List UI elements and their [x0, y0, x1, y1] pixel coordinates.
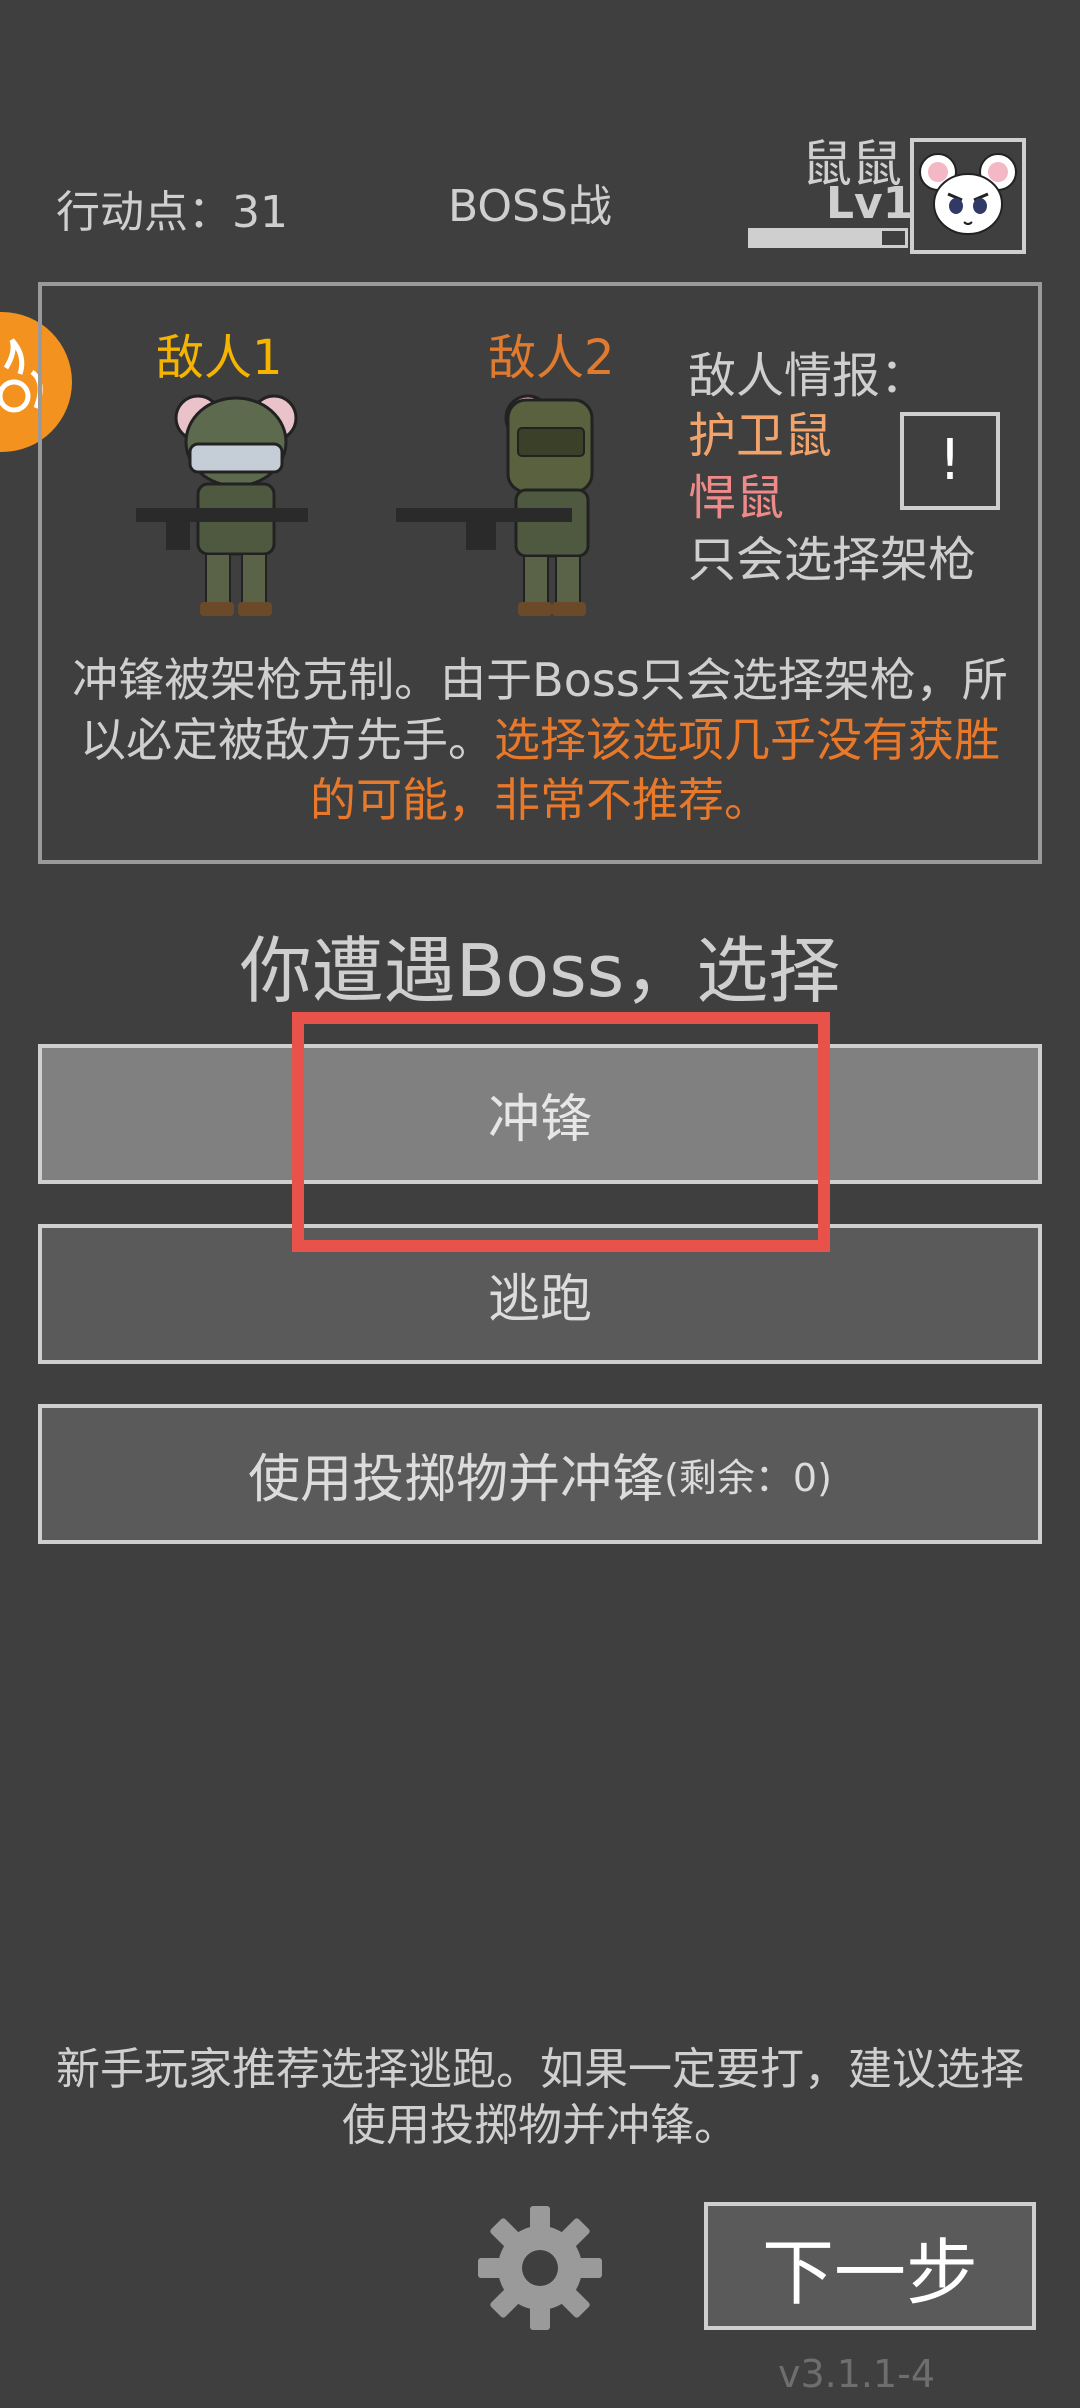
- enemy1-soldier-figure: [136, 380, 336, 620]
- exp-bar: [748, 228, 908, 248]
- enemy-intel-note: 只会选择架枪: [688, 532, 977, 588]
- highlight-box: [292, 1012, 830, 1252]
- choice-description: 冲锋被架枪克制。由于Boss只会选择架枪，所以必定被敌方先手。选择该选项几乎没有…: [70, 650, 1010, 830]
- mode-title: BOSS战: [448, 181, 612, 232]
- enemy1-label: 敌人1: [156, 330, 283, 386]
- enemy2-soldier-figure: [396, 380, 596, 620]
- version-label: v3.1.1-4: [778, 2352, 936, 2396]
- player-level: Lv1: [826, 178, 914, 229]
- encounter-prompt: 你遭遇Boss，选择: [239, 929, 841, 1013]
- settings-button[interactable]: [472, 2200, 608, 2336]
- player-avatar[interactable]: [910, 138, 1026, 254]
- action-points: 行动点：31: [56, 187, 288, 238]
- throw-and-charge-button[interactable]: 使用投掷物并冲锋 (剩余：0): [38, 1404, 1042, 1544]
- exp-bar-fill: [751, 231, 882, 245]
- enemy2-label: 敌人2: [488, 330, 615, 386]
- enemy-intel-name-2: 悍鼠: [688, 470, 785, 526]
- throw-button-label: 使用投掷物并冲锋: [248, 1449, 665, 1510]
- flee-button-label: 逃跑: [487, 1269, 592, 1330]
- next-step-button[interactable]: 下一步: [704, 2202, 1036, 2330]
- gear-icon: [478, 2206, 602, 2330]
- throw-remaining-count: (剩余：0): [664, 1455, 832, 1500]
- info-button[interactable]: !: [900, 412, 1000, 510]
- mouse-avatar-icon: [919, 153, 1017, 235]
- enemy-intel-name-1: 护卫鼠: [688, 408, 833, 464]
- tip-text: 新手玩家推荐选择逃跑。如果一定要打，建议选择使用投掷物并冲锋。: [56, 2044, 1024, 2151]
